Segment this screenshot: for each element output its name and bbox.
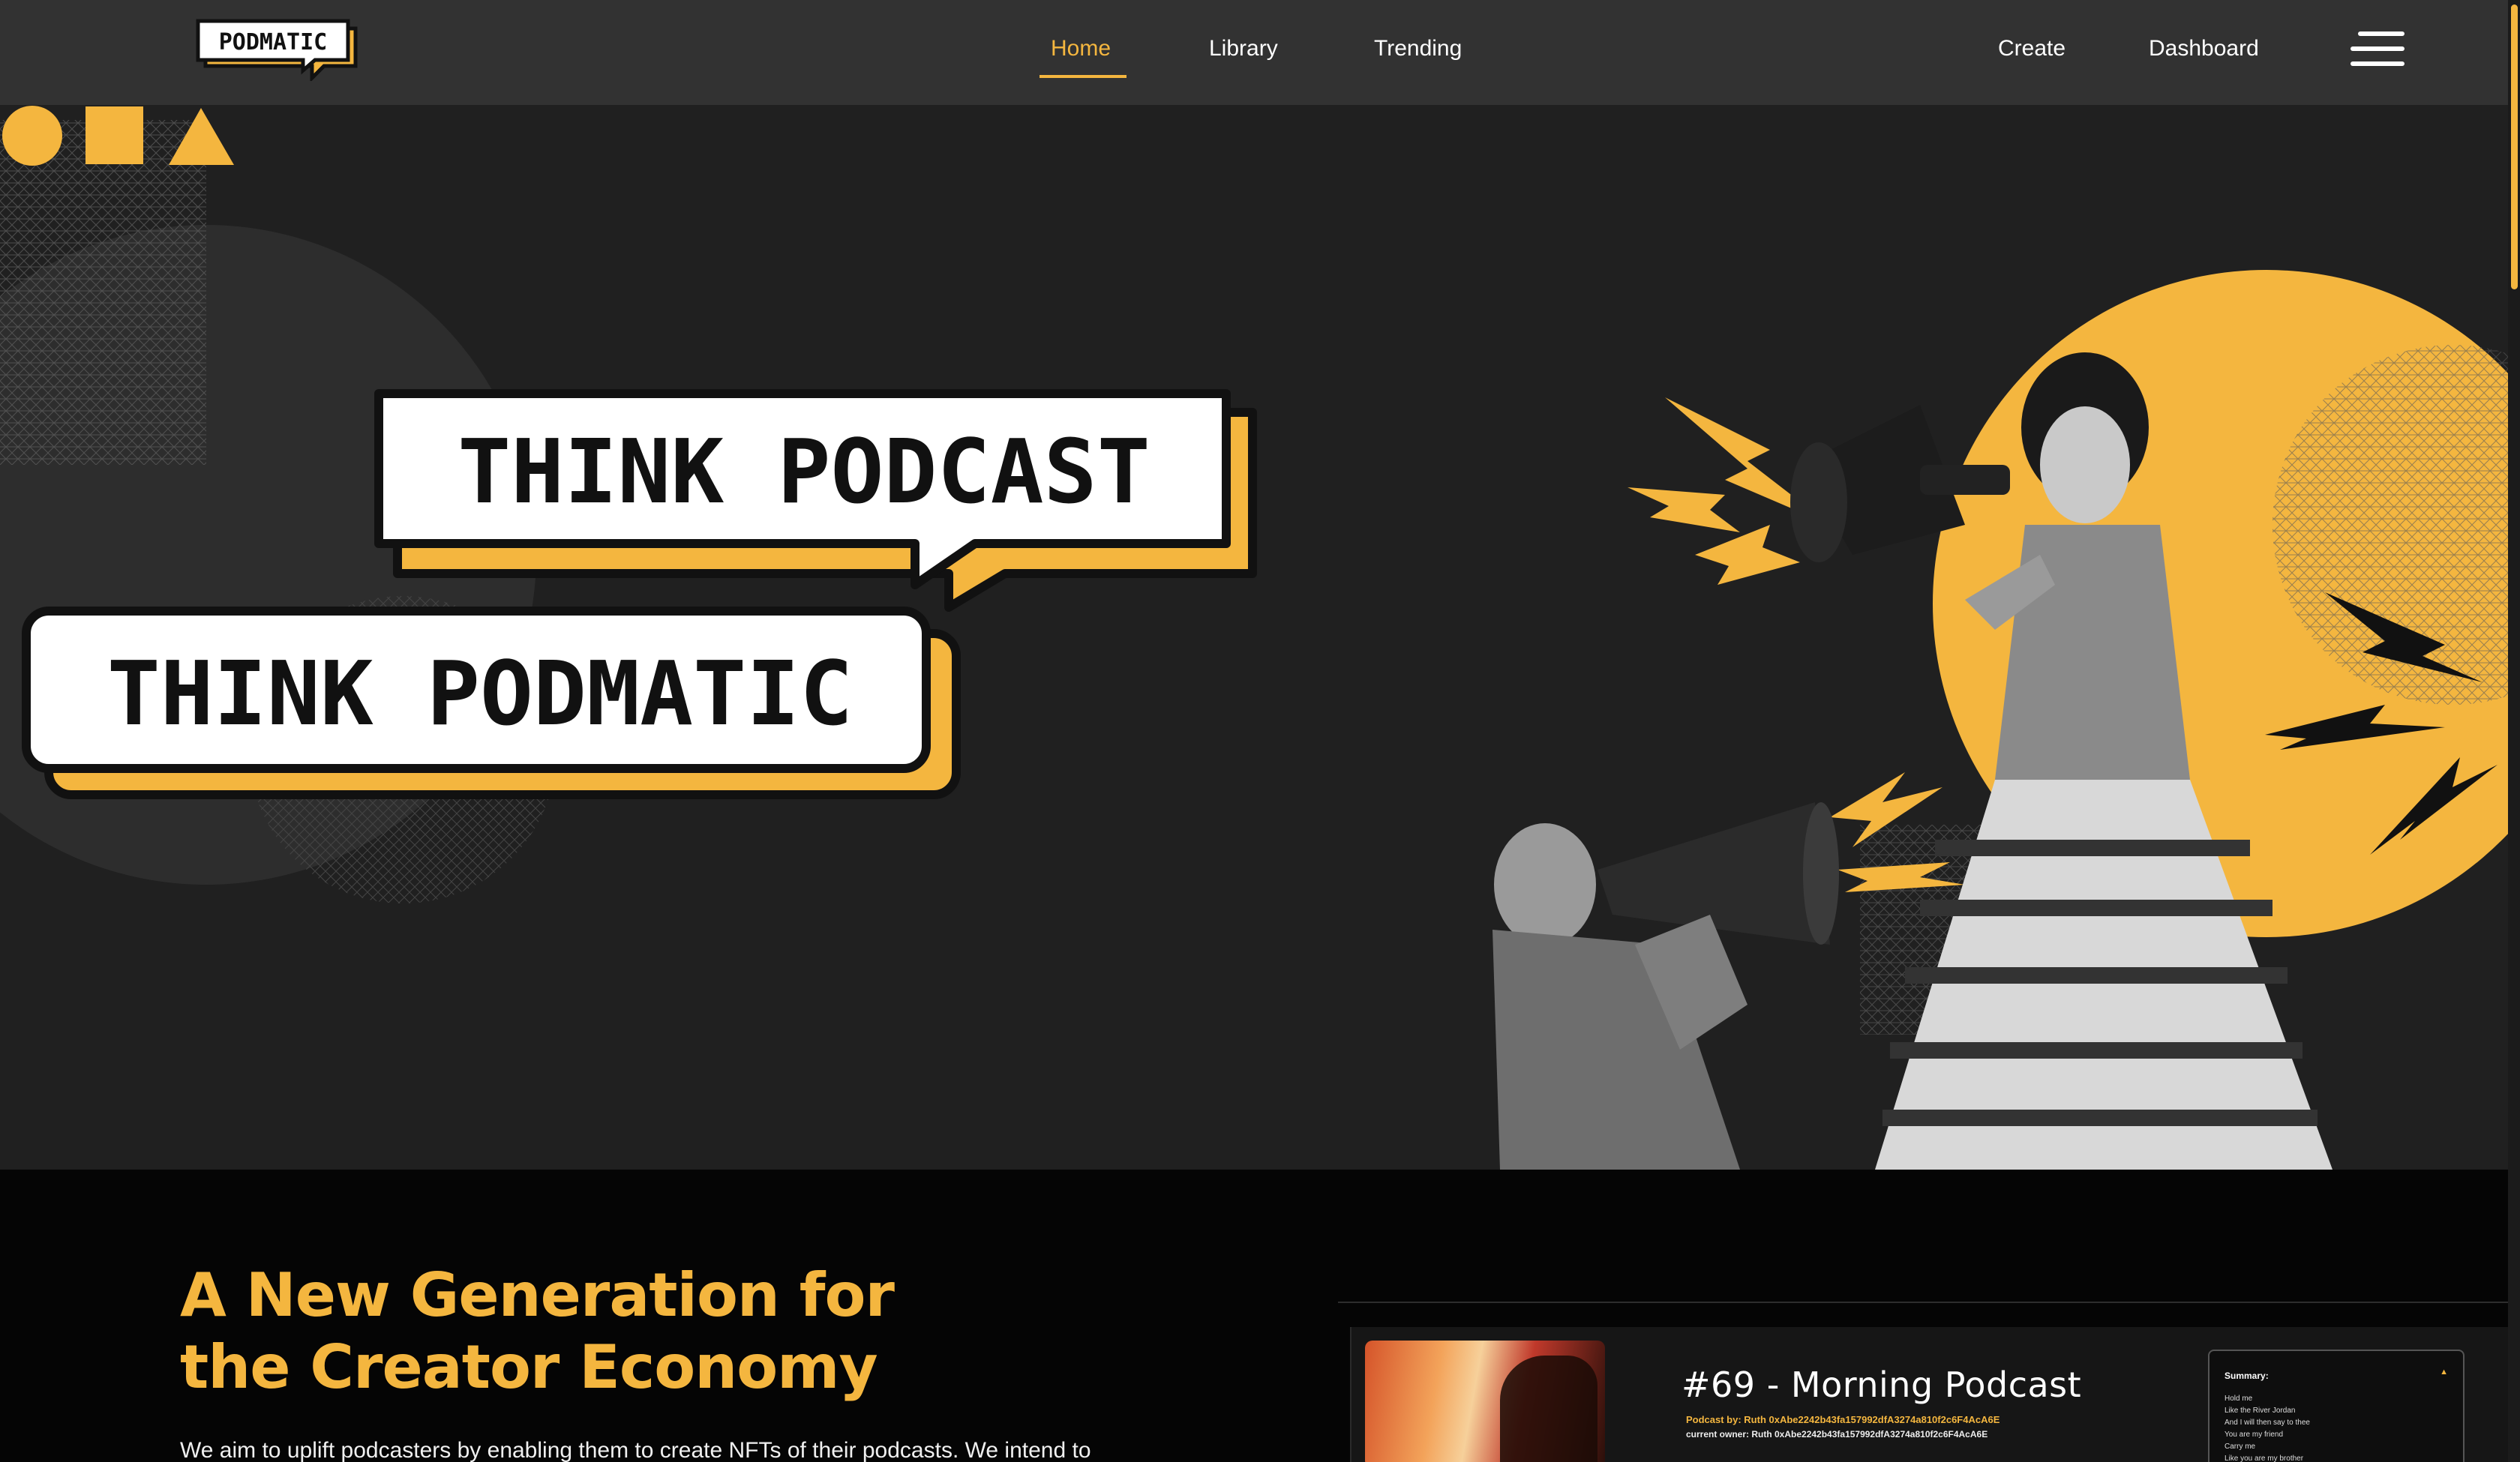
hero-banner: THINK PODCAST THINK PODMATIC: [0, 105, 2508, 1170]
summary-panel[interactable]: Summary: ▲ Hold me Like the River Jordan…: [2208, 1350, 2464, 1462]
scrollbar-thumb[interactable]: [2511, 4, 2518, 289]
podmatic-logo[interactable]: PODMATIC: [194, 15, 360, 81]
section-headline: A New Generation for the Creator Economy: [180, 1260, 1155, 1404]
hero-artwork: THINK PODCAST THINK PODMATIC: [0, 120, 2508, 1170]
hamburger-menu-icon[interactable]: [2350, 28, 2404, 69]
collapse-caret-icon[interactable]: ▲: [2440, 1368, 2448, 1377]
triangle-icon: [169, 108, 234, 165]
square-icon: [86, 106, 143, 164]
nav-link-create[interactable]: Create: [1998, 36, 2066, 61]
summary-line: You are my friend: [2224, 1431, 2284, 1439]
svg-text:THINK PODCAST: THINK PODCAST: [458, 420, 1150, 523]
nav-active-indicator: [1040, 75, 1126, 78]
shape-icons: [2, 106, 234, 166]
podcast-title[interactable]: #69 - Morning Podcast: [1682, 1365, 2081, 1405]
nav-link-home[interactable]: Home: [1051, 36, 1111, 61]
think-podcast-bubble: THINK PODCAST: [374, 389, 1257, 612]
podcast-thumbnail[interactable]: [1365, 1341, 1605, 1462]
summary-line: Carry me: [2224, 1443, 2256, 1451]
svg-text:THINK PODMATIC: THINK PODMATIC: [107, 642, 854, 745]
top-nav: PODMATIC Home Library Trending Create Da…: [0, 0, 2508, 105]
headline-line-2: the Creator Economy: [180, 1332, 878, 1402]
nav-link-dashboard[interactable]: Dashboard: [2149, 36, 2259, 61]
section-body-text: We aim to uplift podcasters by enabling …: [180, 1438, 1091, 1462]
think-podmatic-bubble: THINK PODMATIC: [22, 607, 961, 799]
summary-label: Summary:: [2224, 1371, 2269, 1381]
svg-text:PODMATIC: PODMATIC: [219, 29, 328, 55]
podcast-owner: current owner: Ruth 0xAbe2242b43fa157992…: [1686, 1429, 1988, 1440]
summary-line: Like the River Jordan: [2224, 1407, 2296, 1415]
summary-line: Hold me: [2224, 1395, 2253, 1403]
podcast-author: Podcast by: Ruth 0xAbe2242b43fa157992dfA…: [1686, 1414, 2000, 1425]
section-divider: [1338, 1302, 2508, 1303]
circle-icon: [2, 106, 62, 166]
man-megaphone-figure: [1492, 802, 1839, 1170]
nav-link-library[interactable]: Library: [1209, 36, 1278, 61]
summary-lines: Hold me Like the River Jordan And I will…: [2224, 1393, 2310, 1462]
summary-line: Like you are my brother: [2224, 1455, 2304, 1462]
summary-line: And I will then say to thee: [2224, 1419, 2310, 1427]
nav-link-trending[interactable]: Trending: [1374, 36, 1462, 61]
bg-grid-left: [0, 120, 206, 465]
headline-line-1: A New Generation for: [180, 1260, 895, 1330]
